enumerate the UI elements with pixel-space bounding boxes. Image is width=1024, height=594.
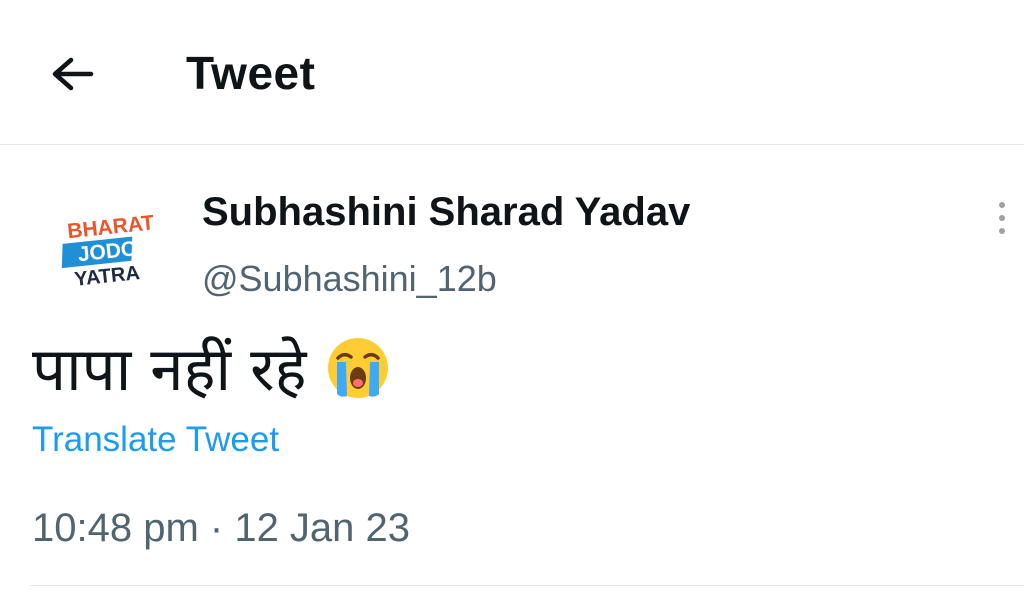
divider — [30, 585, 1024, 586]
page-title: Tweet — [186, 47, 316, 99]
more-options-button[interactable] — [984, 196, 1020, 240]
svg-text:JODO: JODO — [77, 237, 139, 266]
avatar[interactable]: BHARAT JODO YATRA — [52, 196, 168, 312]
svg-text:BHARAT: BHARAT — [66, 211, 155, 243]
display-name[interactable]: Subhashini Sharad Yadav — [202, 190, 690, 235]
tweet-text: पापा नहीं रहे — [32, 335, 307, 405]
back-button[interactable] — [40, 48, 104, 100]
user-handle[interactable]: @Subhashini_12b — [202, 258, 497, 300]
arrow-left-icon — [52, 57, 94, 91]
tweet-timestamp[interactable]: 10:48 pm · 12 Jan 23 — [32, 506, 410, 551]
loudly-crying-face-icon — [328, 338, 389, 398]
more-vertical-icon — [999, 202, 1005, 208]
svg-text:YATRA: YATRA — [73, 262, 141, 291]
bharat-jodo-yatra-logo: BHARAT JODO YATRA — [61, 211, 155, 291]
translate-tweet-link[interactable]: Translate Tweet — [32, 420, 279, 460]
top-bar: Tweet — [0, 0, 1024, 145]
tweet-body: पापा नहीं रहे — [32, 326, 392, 408]
